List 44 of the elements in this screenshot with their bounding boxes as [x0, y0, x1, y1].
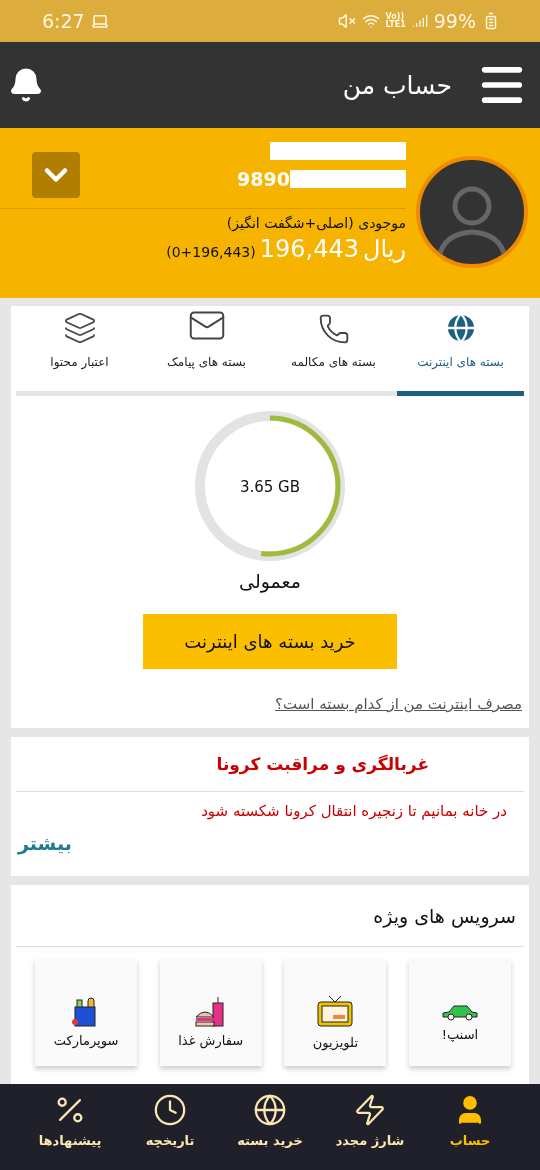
usage-amount: 3.65 GB: [239, 478, 301, 496]
plan-name: معمولی: [239, 570, 301, 592]
wifi-icon: [361, 12, 380, 30]
balance-detail: (0+196,443): [166, 244, 256, 260]
balance-label: موجودی (اصلی+شگفت انگیز): [225, 215, 406, 231]
currency-label: ریال: [362, 235, 406, 263]
package-tab[interactable]: بسته های اینترنت: [397, 306, 524, 396]
layers-icon: [62, 311, 97, 345]
package-tab[interactable]: بسته های پیامک: [143, 306, 270, 396]
notice-message: در خانه بمانیم تا زنجیره انتقال کرونا شکسته شود: [200, 801, 508, 820]
page-title: حساب من: [342, 70, 452, 100]
services-title: سرویس های ویژه: [16, 885, 524, 947]
service-tile[interactable]: اسنپ!: [409, 959, 511, 1066]
buy-internet-button[interactable]: خرید بسته های اینترنت: [143, 614, 397, 669]
notification-bell-icon[interactable]: [8, 67, 44, 103]
burger-drink-icon: [194, 996, 227, 1027]
nav-item[interactable]: خرید بسته: [220, 1084, 320, 1170]
notice-title: غربالگری و مراقبت کرونا: [16, 737, 524, 792]
nav-item[interactable]: حساب: [420, 1084, 520, 1170]
mute-icon: [337, 12, 356, 30]
signal-icon: [411, 13, 428, 29]
phone-icon: [317, 313, 350, 345]
usage-question-link[interactable]: مصرف اینترنت من از کدام بسته است؟: [275, 695, 522, 713]
package-tab[interactable]: بسته های مکالمه: [270, 306, 397, 396]
car-icon: [441, 1002, 479, 1021]
service-tile[interactable]: سوپرمارکت: [35, 959, 138, 1066]
tv-icon: [317, 994, 354, 1029]
service-tile[interactable]: سفارش غذا: [159, 959, 262, 1066]
clock-icon: [153, 1092, 187, 1127]
status-time: 6:27: [42, 10, 85, 32]
laptop-icon: [90, 12, 109, 30]
globe-icon: [253, 1092, 287, 1127]
lightning-icon: [353, 1092, 387, 1127]
dropdown-button[interactable]: [32, 152, 80, 198]
package-tab[interactable]: اعتبار محتوا: [16, 306, 143, 396]
more-link[interactable]: بیشتر: [16, 820, 524, 854]
battery-percent: 99%: [433, 10, 476, 32]
phone-number: 9890: [237, 168, 290, 190]
nav-item[interactable]: شارژ مجدد: [320, 1084, 420, 1170]
nav-item[interactable]: پیشنهادها: [20, 1084, 120, 1170]
balance-amount: 196,443: [259, 235, 359, 263]
network-label: Vo)) LTE1: [385, 13, 406, 29]
service-tile[interactable]: تلویزیون: [284, 959, 387, 1066]
nav-item[interactable]: تاریخچه: [120, 1084, 220, 1170]
